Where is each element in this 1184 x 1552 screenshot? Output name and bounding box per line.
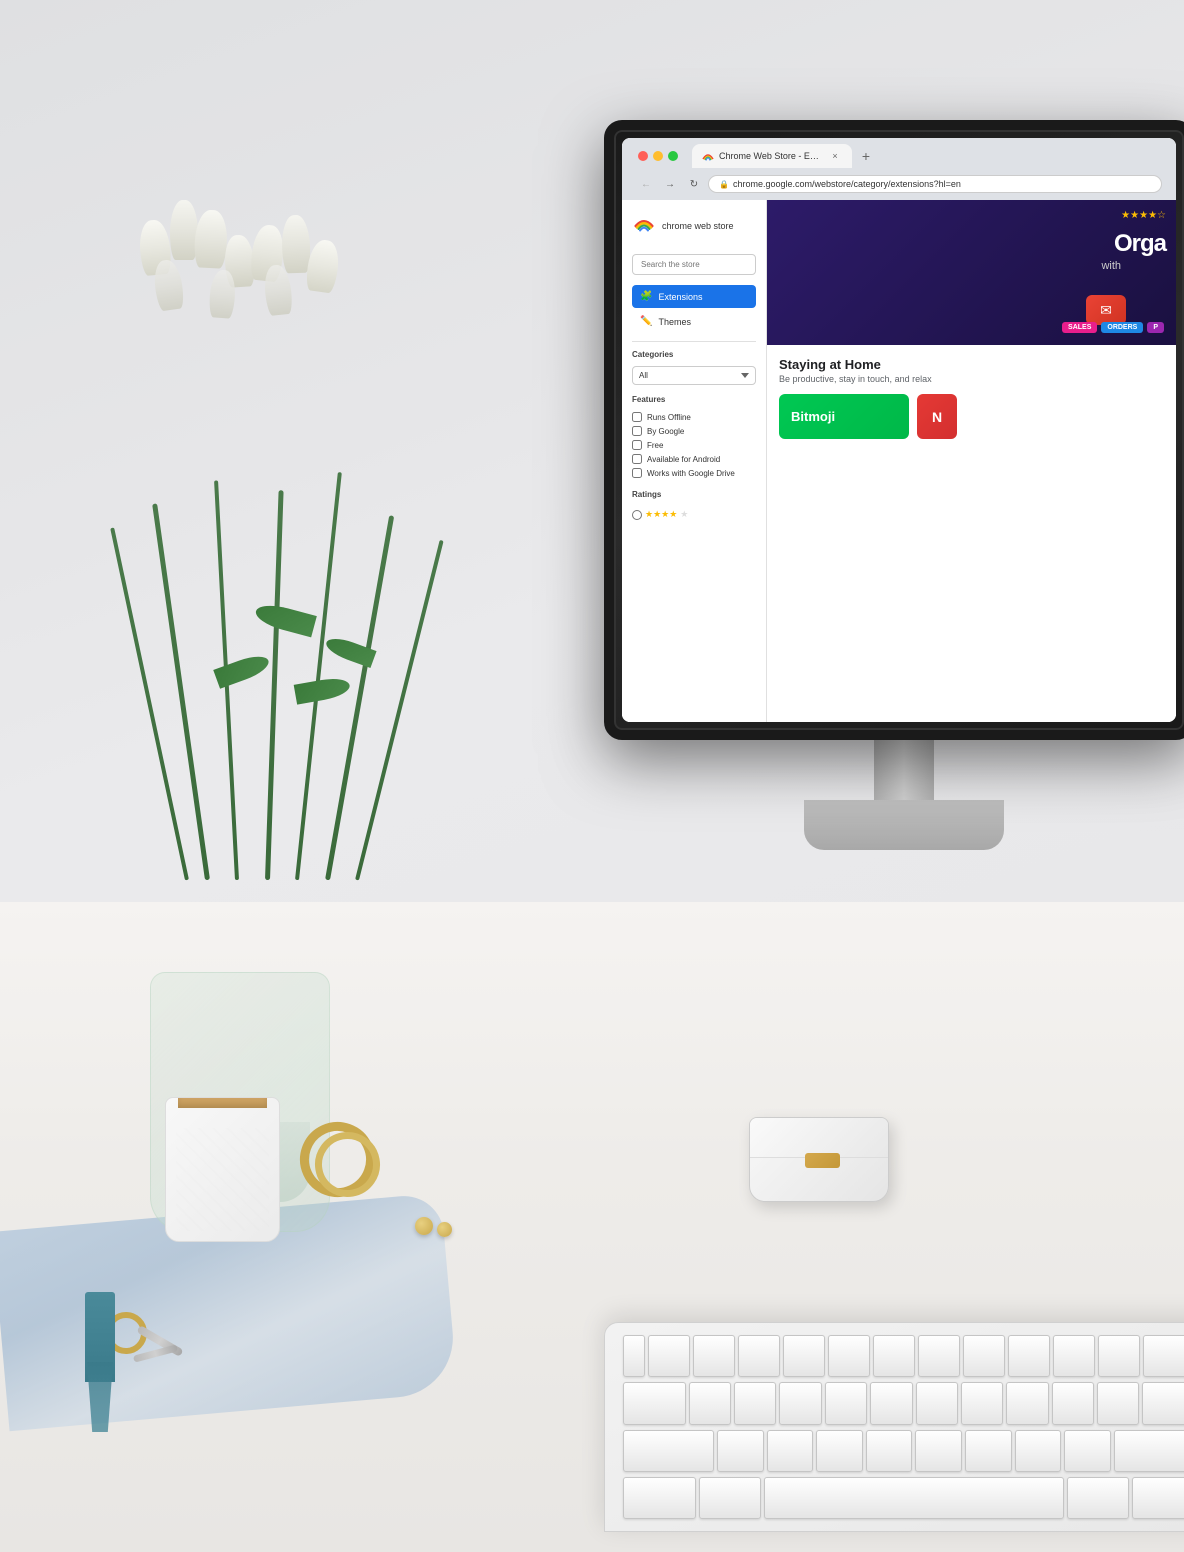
- tab-label: Chrome Web Store - Extension: [719, 151, 823, 161]
- earrings: [415, 1217, 475, 1267]
- staying-home-subtitle: Be productive, stay in touch, and relax: [779, 374, 1164, 384]
- feature-free[interactable]: Free: [632, 438, 756, 452]
- minimize-button-dot[interactable]: [653, 151, 663, 161]
- bitmoji-card[interactable]: Bitmoji: [779, 394, 909, 439]
- cws-logo-icon: [632, 214, 656, 238]
- ratings-label: Ratings: [632, 490, 756, 499]
- extensions-icon: 🧩: [640, 291, 652, 302]
- ratings-section: Ratings ★★★★★: [632, 490, 756, 524]
- banner-stars: ★★★★☆: [1121, 210, 1166, 221]
- browser-window: Chrome Web Store - Extension × + ← → ↻: [622, 138, 1176, 722]
- address-bar[interactable]: 🔒 chrome.google.com/webstore/category/ex…: [708, 175, 1162, 193]
- tab-favicon: [702, 150, 714, 162]
- runs-offline-label: Runs Offline: [647, 413, 691, 422]
- monitor: Chrome Web Store - Extension × + ← → ↻: [604, 120, 1184, 870]
- category-select[interactable]: All Accessibility Blogging Developer Too…: [632, 366, 756, 385]
- themes-label: Themes: [658, 317, 691, 327]
- second-app-icon: N: [932, 409, 942, 425]
- android-checkbox[interactable]: [632, 454, 642, 464]
- free-label: Free: [647, 441, 663, 450]
- app-cards-row: Bitmoji N: [779, 394, 1164, 439]
- tab-bar: Chrome Web Store - Extension × +: [692, 144, 878, 168]
- rating-radio[interactable]: [632, 510, 642, 520]
- banner-tag-sales: SALES: [1062, 322, 1097, 333]
- google-drive-checkbox[interactable]: [632, 468, 642, 478]
- runs-offline-checkbox[interactable]: [632, 412, 642, 422]
- forward-button[interactable]: →: [660, 174, 680, 194]
- free-checkbox[interactable]: [632, 440, 642, 450]
- feature-by-google[interactable]: By Google: [632, 424, 756, 438]
- traffic-lights: [630, 147, 686, 165]
- extensions-label: Extensions: [658, 292, 702, 302]
- themes-icon: ✏️: [640, 316, 652, 327]
- monitor-screen: Chrome Web Store - Extension × + ← → ↻: [622, 138, 1176, 722]
- bitmoji-label: Bitmoji: [791, 409, 835, 424]
- cws-logo: chrome web store: [632, 210, 756, 242]
- address-bar-row: ← → ↻ 🔒 chrome.google.com/webstore/categ…: [630, 170, 1168, 200]
- search-input[interactable]: [632, 254, 756, 275]
- cws-main-content: ‹ ★★★★☆ Orga with ✉: [767, 200, 1176, 722]
- monitor-stand-base: [804, 800, 1004, 850]
- back-button[interactable]: ←: [636, 174, 656, 194]
- refresh-button[interactable]: ↻: [684, 174, 704, 194]
- tab-close-button[interactable]: ×: [828, 149, 842, 163]
- android-label: Available for Android: [647, 455, 720, 464]
- banner-tag-orders: ORDERS: [1101, 322, 1143, 333]
- cws-logo-text: chrome web store: [662, 221, 734, 232]
- banner-title: Orga: [1114, 230, 1166, 258]
- google-drive-label: Works with Google Drive: [647, 469, 735, 478]
- staying-home-section: Staying at Home Be productive, stay in t…: [767, 345, 1176, 451]
- maximize-button-dot[interactable]: [668, 151, 678, 161]
- close-button-dot[interactable]: [638, 151, 648, 161]
- banner-tag-p: P: [1147, 322, 1164, 333]
- by-google-checkbox[interactable]: [632, 426, 642, 436]
- url-text: chrome.google.com/webstore/category/exte…: [733, 179, 961, 189]
- candle-mug: [165, 1097, 280, 1242]
- second-app-card[interactable]: N: [917, 394, 957, 439]
- banner-app-icon: ✉: [1086, 295, 1126, 325]
- nav-extensions[interactable]: 🧩 Extensions: [632, 285, 756, 308]
- new-tab-button[interactable]: +: [854, 144, 878, 168]
- staying-home-title: Staying at Home: [779, 357, 1164, 372]
- gold-bangles: [300, 1122, 400, 1222]
- feature-runs-offline[interactable]: Runs Offline: [632, 410, 756, 424]
- keyboard: [604, 1322, 1184, 1532]
- by-google-label: By Google: [647, 427, 684, 436]
- nav-themes[interactable]: ✏️ Themes: [632, 310, 756, 333]
- monitor-body: Chrome Web Store - Extension × + ← → ↻: [604, 120, 1184, 740]
- tulip-heads: [100, 220, 440, 470]
- cws-sidebar: chrome web store 🧩 Extensions ✏️: [622, 200, 767, 722]
- featured-banner: ★★★★☆ Orga with ✉ SALES ORDERS P: [767, 200, 1176, 345]
- lock-icon: 🔒: [719, 180, 729, 189]
- browser-chrome: Chrome Web Store - Extension × + ← → ↻: [622, 138, 1176, 200]
- browser-content: chrome web store 🧩 Extensions ✏️: [622, 200, 1176, 722]
- divider: [632, 341, 756, 342]
- feature-google-drive[interactable]: Works with Google Drive: [632, 466, 756, 480]
- stapler: [749, 1117, 889, 1202]
- feature-android[interactable]: Available for Android: [632, 452, 756, 466]
- features-section: Features Runs Offline By Google: [632, 395, 756, 480]
- categories-label: Categories: [632, 350, 756, 359]
- keys-with-tassel: [85, 1292, 215, 1452]
- features-label: Features: [632, 395, 756, 404]
- stars-display: ★★★★★: [645, 507, 688, 522]
- active-tab[interactable]: Chrome Web Store - Extension ×: [692, 144, 852, 168]
- banner-tags: SALES ORDERS P: [1062, 322, 1164, 333]
- banner-with-text: with: [1101, 260, 1121, 272]
